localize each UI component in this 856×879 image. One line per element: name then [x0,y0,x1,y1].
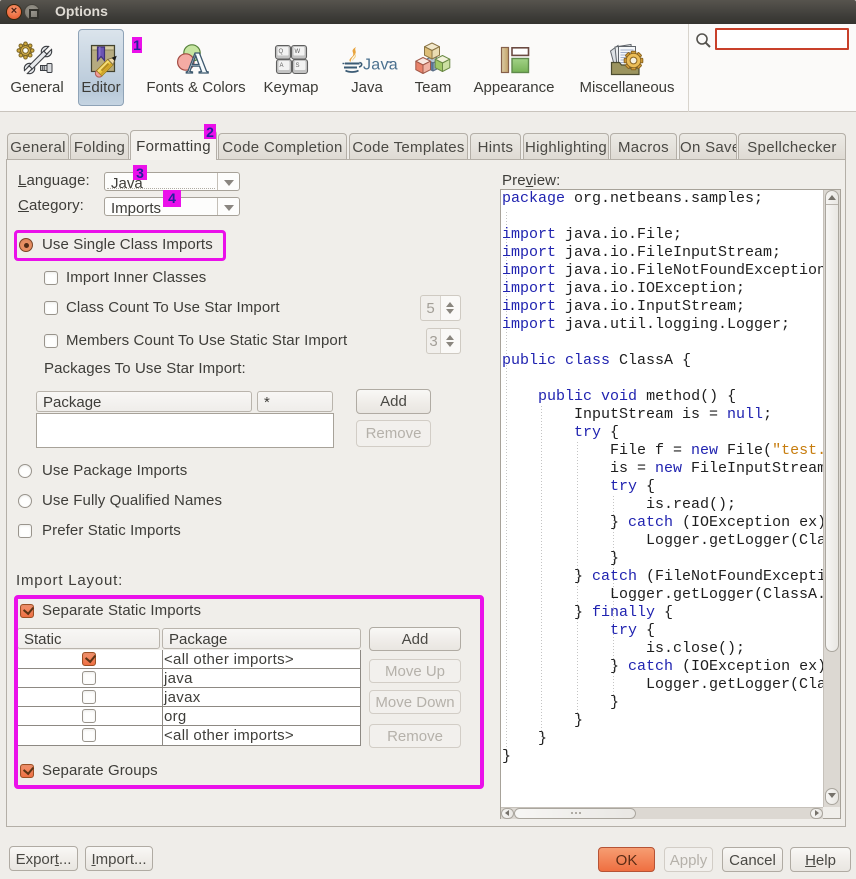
svg-text:Java: Java [363,57,398,74]
svg-text:A: A [186,45,209,80]
svg-text:S: S [296,63,300,69]
svg-text:A: A [280,63,284,69]
svg-text:Q: Q [279,49,284,55]
svg-text:W: W [295,49,301,55]
